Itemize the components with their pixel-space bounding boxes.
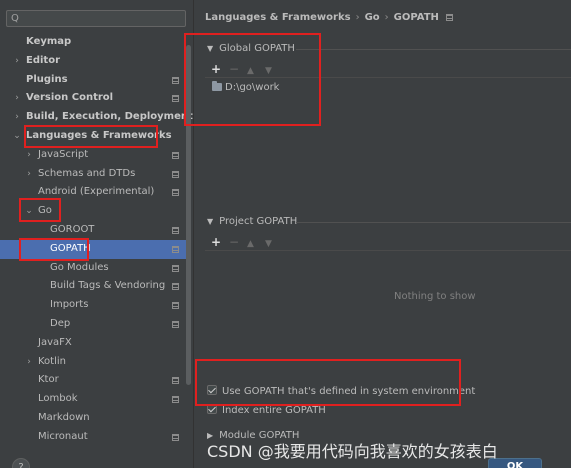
sidebar-item-label: Dep (50, 317, 71, 329)
sidebar-item-label: Imports (50, 299, 89, 311)
sidebar-item-lombok[interactable]: Lombok (0, 390, 186, 409)
move-down-button[interactable]: ▼ (265, 237, 283, 251)
index-entire-gopath-label: Index entire GOPATH (222, 405, 326, 416)
empty-list-text: Nothing to show (394, 291, 476, 302)
breadcrumb-separator: › (384, 12, 389, 23)
sidebar-item-markdown[interactable]: Markdown (0, 409, 186, 428)
remove-path-button[interactable]: − (229, 235, 247, 249)
sidebar-item-version-control[interactable]: › Version Control (0, 89, 186, 108)
sidebar-item-schemas-and-dtds[interactable]: › Schemas and DTDs (0, 165, 186, 184)
highlight-box (184, 33, 321, 126)
breadcrumb-languages-frameworks[interactable]: Languages & Frameworks (205, 12, 351, 23)
highlight-box (19, 238, 89, 261)
project-level-icon (172, 76, 179, 84)
project-level-icon (172, 189, 179, 197)
settings-sidebar: Q Keymap › Editor Plugins › Version Control › B… (0, 0, 193, 468)
chevron-right-icon[interactable]: › (24, 146, 34, 165)
sidebar-item-label: Micronaut (38, 430, 88, 442)
project-gopath-toolbar: + − ▲ ▼ (211, 235, 283, 249)
breadcrumb-go[interactable]: Go (365, 12, 380, 23)
project-level-icon (172, 245, 179, 253)
sidebar-item-keymap[interactable]: Keymap (0, 33, 186, 52)
section-divider (296, 222, 571, 223)
project-level-icon (172, 226, 179, 234)
sidebar-item-micronaut[interactable]: Micronaut (0, 428, 186, 447)
csdn-watermark: CSDN @我要用代码向我喜欢的女孩表白 (207, 442, 498, 461)
sidebar-item-plugins[interactable]: Plugins (0, 71, 186, 90)
sidebar-item-label: Plugins (26, 73, 68, 85)
index-entire-gopath-option[interactable]: Index entire GOPATH (207, 404, 326, 418)
chevron-right-icon[interactable]: › (24, 353, 34, 372)
project-level-icon (172, 151, 179, 159)
sidebar-item-dep[interactable]: Dep (0, 315, 186, 334)
project-level-icon (172, 95, 179, 103)
project-level-icon (172, 396, 179, 404)
sidebar-item-label: GOROOT (50, 223, 95, 235)
sidebar-item-imports[interactable]: Imports (0, 296, 186, 315)
sidebar-item-goroot[interactable]: GOROOT (0, 221, 186, 240)
sidebar-item-label: Schemas and DTDs (38, 167, 136, 179)
highlight-box (195, 359, 461, 406)
add-path-button[interactable]: + (211, 235, 229, 249)
project-gopath-header[interactable]: ▼ Project GOPATH (207, 215, 297, 229)
chevron-down-icon[interactable]: ⌄ (12, 127, 22, 146)
sidebar-item-label: Keymap (26, 36, 72, 47)
sidebar-item-javascript[interactable]: › JavaScript (0, 146, 186, 165)
move-up-button[interactable]: ▲ (247, 237, 265, 251)
chevron-right-icon[interactable]: › (24, 165, 34, 184)
highlight-box (24, 125, 158, 148)
settings-search-box[interactable]: Q (6, 10, 186, 27)
sidebar-item-label: Editor (26, 54, 60, 66)
sidebar-item-label: Ktor (38, 374, 59, 386)
project-level-icon (172, 320, 179, 328)
sidebar-item-javafx[interactable]: JavaFX (0, 334, 186, 353)
sidebar-item-label: Go Modules (50, 261, 109, 273)
chevron-right-icon[interactable]: › (12, 108, 22, 127)
breadcrumb: Languages & Frameworks › Go › GOPATH (205, 12, 453, 26)
sidebar-item-build-tags-vendoring[interactable]: Build Tags & Vendoring (0, 277, 186, 296)
sidebar-item-label: JavaScript (38, 148, 89, 160)
project-level-icon (172, 264, 179, 272)
project-level-icon (172, 377, 179, 385)
sidebar-item-ktor[interactable]: Ktor (0, 371, 186, 390)
chevron-right-icon[interactable]: › (12, 52, 22, 71)
project-level-icon (172, 283, 179, 291)
sidebar-item-label: JavaFX (38, 336, 72, 348)
breadcrumb-separator: › (355, 12, 360, 23)
section-divider (296, 49, 571, 50)
project-level-icon (172, 302, 179, 310)
settings-search-input[interactable] (29, 12, 179, 25)
sidebar-item-editor[interactable]: › Editor (0, 52, 186, 71)
highlight-box (19, 198, 61, 222)
project-level-icon (172, 170, 179, 178)
sidebar-item-go-modules[interactable]: Go Modules (0, 259, 186, 278)
sidebar-item-label: Lombok (38, 393, 78, 405)
sidebar-item-label: Markdown (38, 411, 90, 423)
project-gopath-title: Project GOPATH (219, 216, 298, 227)
sidebar-item-kotlin[interactable]: › Kotlin (0, 353, 186, 372)
project-level-icon (445, 14, 453, 21)
breadcrumb-gopath: GOPATH (393, 12, 439, 23)
chevron-right-icon[interactable]: › (12, 89, 22, 108)
sidebar-item-label: Kotlin (38, 355, 66, 367)
project-level-icon (172, 433, 179, 441)
search-icon: Q (11, 13, 19, 24)
collapse-triangle-icon: ▼ (207, 217, 214, 226)
sidebar-item-label: Version Control (26, 92, 114, 104)
sidebar-item-label: Build Tags & Vendoring (50, 280, 166, 292)
